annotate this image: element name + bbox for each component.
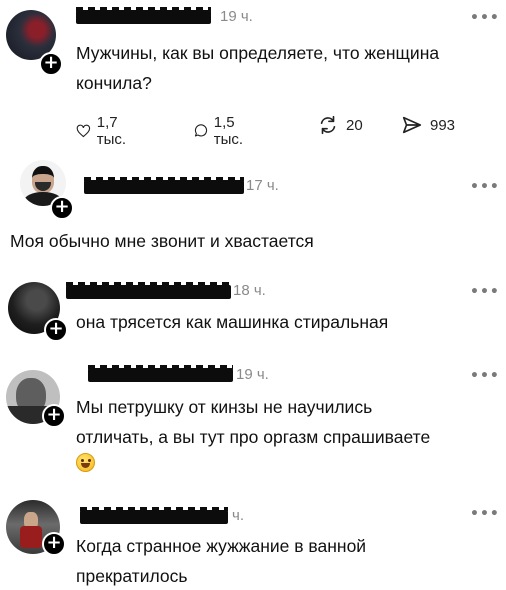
post-time: ч. bbox=[232, 507, 244, 524]
comment-button[interactable]: 1,5 тыс. bbox=[193, 114, 250, 148]
heart-icon bbox=[76, 124, 91, 138]
post-text: она трясется как машинка стиральная bbox=[76, 312, 389, 332]
avatar[interactable]: + bbox=[8, 282, 68, 342]
repost-icon bbox=[320, 115, 336, 135]
follow-plus-icon[interactable]: + bbox=[42, 532, 66, 556]
send-icon bbox=[402, 116, 422, 134]
avatar[interactable]: + bbox=[6, 500, 66, 556]
share-button[interactable]: 993 bbox=[400, 114, 455, 136]
more-options-icon[interactable]: ••• bbox=[470, 368, 500, 384]
thread-feed: + 19 ч. ••• Мужчины, как вы определяете,… bbox=[0, 0, 506, 590]
follow-plus-icon[interactable]: + bbox=[42, 404, 66, 428]
username-redacted[interactable] bbox=[80, 507, 228, 524]
grinning-sweat-emoji-icon bbox=[76, 453, 95, 472]
more-options-icon[interactable]: ••• bbox=[470, 10, 500, 26]
post-text: Моя обычно мне звонит и хвастается bbox=[10, 231, 314, 251]
more-options-icon[interactable]: ••• bbox=[470, 179, 500, 195]
repost-button[interactable]: 20 bbox=[316, 114, 363, 136]
follow-plus-icon[interactable]: + bbox=[50, 196, 74, 220]
avatar[interactable]: + bbox=[6, 370, 66, 428]
like-button[interactable]: 1,7 тыс. bbox=[76, 114, 133, 148]
post-time: 18 ч. bbox=[233, 282, 266, 299]
username-redacted[interactable] bbox=[88, 365, 233, 382]
post-time: 19 ч. bbox=[220, 8, 253, 25]
avatar[interactable]: + bbox=[20, 160, 74, 220]
username-redacted[interactable] bbox=[76, 7, 211, 24]
follow-plus-icon[interactable]: + bbox=[44, 318, 68, 342]
post-text: Мужчины, как вы определяете, что женщина… bbox=[76, 43, 440, 93]
more-options-icon[interactable]: ••• bbox=[470, 506, 500, 522]
post-time: 17 ч. bbox=[246, 177, 279, 194]
post-time: 19 ч. bbox=[236, 366, 269, 383]
username-redacted[interactable] bbox=[84, 177, 244, 194]
post-text: Мы петрушку от кинзы не научились отлича… bbox=[76, 397, 431, 447]
post-text: Когда странное жужжание в ванной прекрат… bbox=[76, 536, 367, 586]
comment-icon bbox=[194, 124, 208, 137]
more-options-icon[interactable]: ••• bbox=[470, 284, 500, 300]
follow-plus-icon[interactable]: + bbox=[39, 52, 63, 76]
avatar[interactable]: + bbox=[6, 10, 63, 76]
username-redacted[interactable] bbox=[66, 282, 231, 299]
